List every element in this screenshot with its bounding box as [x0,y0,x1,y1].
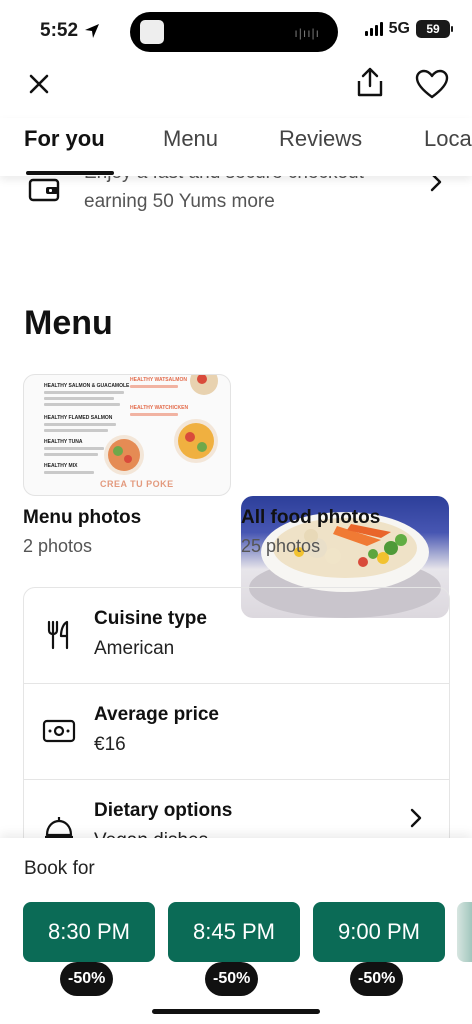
price-value: €16 [94,734,126,755]
price-row: Average price €16 [24,684,449,780]
tab-bar: For you Menu Reviews Loca [0,118,472,176]
time-text: 5:52 [40,20,79,41]
location-arrow-icon [85,24,100,38]
share-icon [357,67,383,97]
close-button[interactable] [19,64,59,104]
price-title: Average price [94,704,219,725]
discount-badge: -50% [60,962,114,996]
battery-icon: 59 [416,20,453,38]
menu-logo-text: CREA TU POKE [100,479,174,489]
menu-photos-label[interactable]: Menu photos [23,507,141,529]
menu-bowls-illustration [104,375,218,475]
book-for-label: Book for [24,858,95,879]
tab-for-you[interactable]: For you [24,126,105,152]
share-button[interactable] [350,62,390,102]
tab-menu[interactable]: Menu [163,126,218,152]
cutlery-icon [42,618,76,652]
time-slot-button[interactable]: 8:30 PM [23,902,155,962]
wallet-icon [28,178,60,202]
chevron-right-icon [410,808,422,828]
tab-reviews[interactable]: Reviews [279,126,362,152]
active-tab-indicator [26,171,114,175]
close-icon [29,74,49,94]
time-slot-button[interactable]: 9:00 PM [313,902,445,962]
island-thumbnail [140,20,164,44]
menu-photos-card[interactable]: HEALTHY SALMON & GUACAMOLE HEALTHY FLAME… [23,374,231,496]
banknote-icon [42,714,76,748]
time-slot-button[interactable]: 8:45 PM [168,902,300,962]
heart-icon [415,69,449,99]
cuisine-row: Cuisine type American [24,588,449,684]
booking-sheet: Book for 8:30 PM 8:45 PM 9:00 PM -50% -5… [0,838,472,1024]
cuisine-value: American [94,638,175,659]
cuisine-title: Cuisine type [94,608,207,629]
time-slot-button-partial[interactable] [457,902,472,962]
tab-location[interactable]: Loca [424,126,472,152]
top-navigation [0,62,472,108]
discount-badge: -50% [350,962,404,996]
discount-badge: -50% [205,962,259,996]
home-indicator[interactable] [152,1009,320,1014]
food-photos-count: 25 photos [241,536,321,556]
dynamic-island: ı|ıı|ı [130,12,338,52]
favorite-button[interactable] [412,64,452,104]
network-type: 5G [388,20,410,37]
food-photos-label[interactable]: All food photos [241,507,380,529]
status-time: 5:52 [40,20,100,42]
battery-level: 59 [426,22,440,36]
dietary-title: Dietary options [94,800,233,821]
menu-section-title: Menu [24,304,113,342]
status-bar: 5:52 ı|ıı|ı 5G 59 [0,0,472,62]
cellular-signal-icon [364,22,383,36]
audio-wave-icon: ı|ıı|ı [294,26,320,40]
menu-photos-count: 2 photos [23,536,93,556]
status-indicators: 5G 59 [364,20,453,38]
